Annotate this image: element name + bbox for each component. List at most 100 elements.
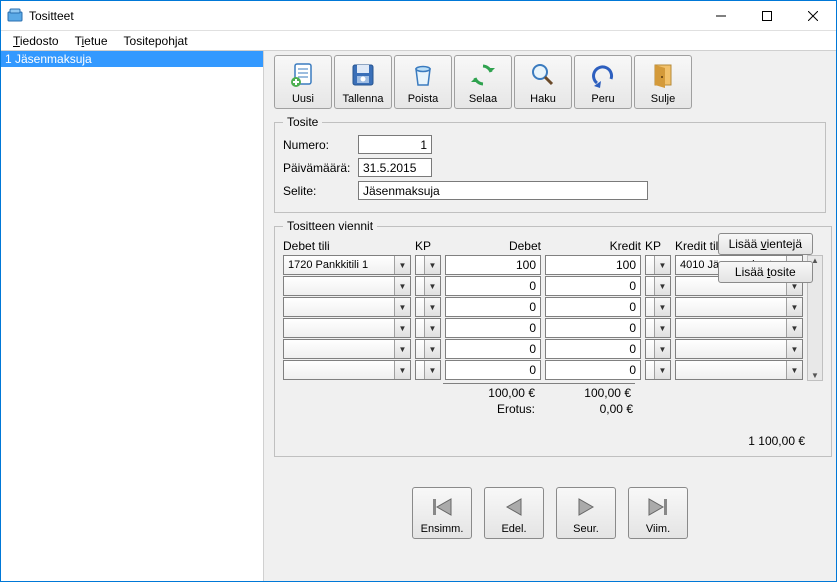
undo-button[interactable]: Peru: [574, 55, 632, 109]
debit-acct-combo[interactable]: 1720 Pankkitili 1▼: [283, 255, 411, 275]
debit-input[interactable]: [445, 297, 541, 317]
debit-input[interactable]: [445, 255, 541, 275]
list-item-label: 1 Jäsenmaksuja: [5, 52, 92, 66]
recycle-icon: [467, 59, 499, 91]
chevron-down-icon[interactable]: ▼: [654, 319, 670, 337]
credit-input[interactable]: [545, 339, 641, 359]
menu-templates[interactable]: Tositepohjat: [116, 32, 196, 50]
entries-fieldset: Tositteen viennit Debet tili KP Debet Kr…: [274, 219, 832, 457]
maximize-button[interactable]: [744, 1, 790, 30]
voucher-list[interactable]: 1 Jäsenmaksuja: [1, 51, 264, 581]
kp1-combo[interactable]: ▼: [415, 318, 441, 338]
kp1-combo[interactable]: ▼: [415, 297, 441, 317]
chevron-down-icon[interactable]: ▼: [654, 340, 670, 358]
hdr-debit-acct: Debet tili: [283, 239, 411, 253]
date-input[interactable]: [358, 158, 432, 177]
credit-input[interactable]: [545, 360, 641, 380]
chevron-down-icon[interactable]: ▼: [394, 340, 410, 358]
browse-button[interactable]: Selaa: [454, 55, 512, 109]
debit-acct-combo[interactable]: ▼: [283, 276, 411, 296]
kp2-combo[interactable]: ▼: [645, 360, 671, 380]
kp2-combo[interactable]: ▼: [645, 276, 671, 296]
chevron-down-icon[interactable]: ▼: [654, 361, 670, 379]
kp1-combo[interactable]: ▼: [415, 339, 441, 359]
menu-record[interactable]: Tietue: [67, 32, 116, 50]
nav-next-button[interactable]: Seur.: [556, 487, 616, 539]
kp1-combo[interactable]: ▼: [415, 255, 441, 275]
credit-acct-combo[interactable]: ▼: [675, 360, 803, 380]
magnifier-icon: [527, 59, 559, 91]
save-button[interactable]: Tallenna: [334, 55, 392, 109]
chevron-down-icon[interactable]: ▼: [786, 361, 802, 379]
debit-input[interactable]: [445, 318, 541, 338]
main-panel: Uusi Tallenna Poista Selaa: [264, 51, 836, 581]
chevron-down-icon[interactable]: ▼: [424, 298, 440, 316]
chevron-down-icon[interactable]: ▼: [394, 319, 410, 337]
nav-last-button[interactable]: Viim.: [628, 487, 688, 539]
chevron-down-icon[interactable]: ▼: [424, 277, 440, 295]
debit-acct-combo[interactable]: ▼: [283, 360, 411, 380]
chevron-down-icon[interactable]: ▼: [786, 298, 802, 316]
debit-input[interactable]: [445, 360, 541, 380]
chevron-down-icon[interactable]: ▼: [394, 256, 410, 274]
delete-button[interactable]: Poista: [394, 55, 452, 109]
credit-input[interactable]: [545, 276, 641, 296]
debit-input[interactable]: [445, 339, 541, 359]
chevron-down-icon[interactable]: ▼: [654, 277, 670, 295]
debit-acct-combo[interactable]: ▼: [283, 297, 411, 317]
chevron-down-icon[interactable]: ▼: [394, 277, 410, 295]
debit-acct-combo[interactable]: ▼: [283, 339, 411, 359]
credit-input[interactable]: [545, 255, 641, 275]
number-input[interactable]: [358, 135, 432, 154]
menu-file[interactable]: Tiedosto: [5, 32, 67, 50]
window-controls: [698, 1, 836, 30]
chevron-down-icon[interactable]: ▼: [654, 256, 670, 274]
chevron-down-icon[interactable]: ▼: [654, 298, 670, 316]
kp1-combo[interactable]: ▼: [415, 360, 441, 380]
balance-value: 1 100,00 €: [283, 416, 823, 448]
menubar: Tiedosto Tietue Tositepohjat: [1, 31, 836, 51]
credit-total: 100,00 €: [539, 383, 635, 400]
list-item[interactable]: 1 Jäsenmaksuja: [1, 51, 263, 67]
close-button[interactable]: [790, 1, 836, 30]
titlebar: Tositteet: [1, 1, 836, 31]
floppy-icon: [347, 59, 379, 91]
add-entries-button[interactable]: Lisää vientejä: [718, 233, 813, 255]
trash-icon: [407, 59, 439, 91]
app-icon: [7, 8, 23, 24]
kp2-combo[interactable]: ▼: [645, 339, 671, 359]
chevron-down-icon[interactable]: ▼: [424, 256, 440, 274]
minimize-button[interactable]: [698, 1, 744, 30]
kp1-combo[interactable]: ▼: [415, 276, 441, 296]
chevron-down-icon[interactable]: ▼: [424, 361, 440, 379]
new-button[interactable]: Uusi: [274, 55, 332, 109]
debit-acct-combo[interactable]: ▼: [283, 318, 411, 338]
chevron-down-icon[interactable]: ▼: [424, 319, 440, 337]
credit-input[interactable]: [545, 297, 641, 317]
entries-legend: Tositteen viennit: [283, 219, 377, 233]
credit-acct-combo[interactable]: ▼: [675, 339, 803, 359]
chevron-down-icon[interactable]: ▼: [394, 298, 410, 316]
chevron-down-icon[interactable]: ▼: [786, 319, 802, 337]
debit-input[interactable]: [445, 276, 541, 296]
first-icon: [429, 494, 455, 520]
kp2-combo[interactable]: ▼: [645, 318, 671, 338]
scroll-down-icon[interactable]: ▼: [808, 371, 822, 380]
date-label: Päivämäärä:: [283, 161, 358, 175]
credit-input[interactable]: [545, 318, 641, 338]
nav-first-button[interactable]: Ensimm.: [412, 487, 472, 539]
hdr-kp2: KP: [645, 239, 671, 253]
nav-prev-button[interactable]: Edel.: [484, 487, 544, 539]
kp2-combo[interactable]: ▼: [645, 255, 671, 275]
close-app-button[interactable]: Sulje: [634, 55, 692, 109]
chevron-down-icon[interactable]: ▼: [424, 340, 440, 358]
add-voucher-button[interactable]: Lisää tosite: [718, 261, 813, 283]
chevron-down-icon[interactable]: ▼: [786, 340, 802, 358]
desc-input[interactable]: [358, 181, 648, 200]
voucher-legend: Tosite: [283, 115, 322, 129]
credit-acct-combo[interactable]: ▼: [675, 297, 803, 317]
kp2-combo[interactable]: ▼: [645, 297, 671, 317]
chevron-down-icon[interactable]: ▼: [394, 361, 410, 379]
search-button[interactable]: Haku: [514, 55, 572, 109]
credit-acct-combo[interactable]: ▼: [675, 318, 803, 338]
